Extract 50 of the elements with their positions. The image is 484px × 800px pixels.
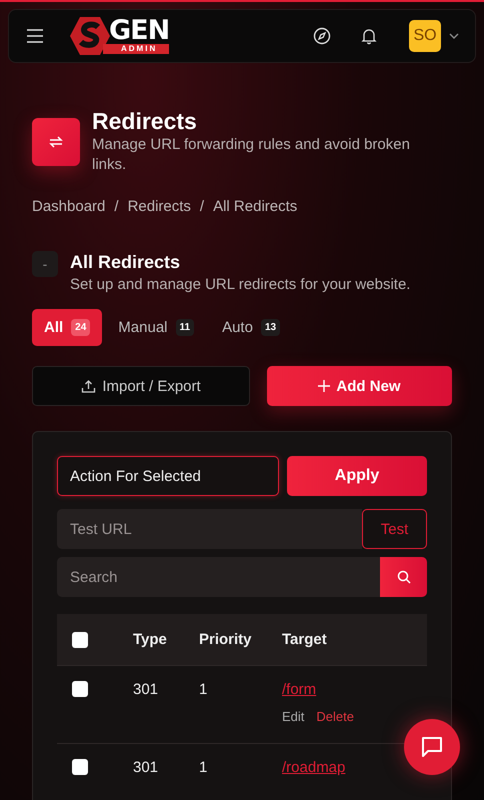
checkbox[interactable] (72, 759, 88, 775)
upload-icon (81, 378, 96, 394)
page-subtitle: Manage URL forwarding rules and avoid broken links. (92, 135, 411, 175)
bulk-action-select[interactable]: Action For Selected (57, 456, 279, 496)
table-cell-text: 1 (199, 759, 208, 778)
section-title: All Redirects (70, 251, 182, 274)
checkbox[interactable] (72, 681, 88, 697)
breadcrumb-item[interactable]: Redirects (128, 198, 191, 215)
apply-button[interactable]: Apply (287, 456, 427, 496)
breadcrumb-item: All Redirects (213, 198, 298, 215)
import-export-button[interactable]: Import / Export (32, 366, 250, 406)
breadcrumb-item[interactable]: Dashboard (32, 198, 106, 215)
logo-icon (69, 15, 111, 57)
user-avatar[interactable]: SO (409, 20, 441, 52)
column-header: Target (282, 631, 328, 648)
column-header: Priority (199, 631, 253, 648)
filter-tab[interactable]: Manual 11 (106, 309, 206, 346)
column-header: Type (133, 631, 168, 648)
bell-icon[interactable] (360, 27, 378, 45)
filter-tab[interactable]: All 24 (32, 309, 102, 346)
count-badge: 24 (71, 319, 90, 336)
search-icon (396, 570, 410, 584)
breadcrumb-separator: / (200, 198, 204, 215)
edit-link[interactable]: Edit (282, 709, 304, 724)
compass-icon[interactable] (313, 27, 331, 45)
add-new-button[interactable]: Add New (267, 366, 452, 406)
collapse-button[interactable]: - (32, 251, 58, 277)
search-field[interactable]: Search (57, 557, 380, 597)
plus-icon (318, 380, 330, 392)
target-link[interactable]: /form (282, 681, 316, 698)
filter-tab[interactable]: Auto 13 (210, 309, 292, 346)
swap-arrows-icon (48, 134, 64, 150)
delete-link[interactable]: Delete (316, 709, 354, 724)
breadcrumb-separator: / (114, 198, 119, 215)
logo-text: GEN (109, 18, 170, 44)
page-title: Redirects (92, 107, 198, 135)
chat-bubble-icon (420, 735, 444, 759)
menu-icon[interactable] (27, 29, 43, 43)
count-badge: 13 (260, 319, 280, 336)
section-description: Set up and manage URL redirects for your website. (70, 275, 410, 295)
test-url-field[interactable]: Test URL (57, 509, 362, 549)
search-button[interactable] (380, 557, 427, 597)
table-cell-text: 301 (133, 759, 160, 778)
table-cell-text: 1 (199, 681, 208, 700)
logo-subtitle: ADMIN (103, 44, 170, 54)
target-link[interactable]: /roadmap (282, 759, 346, 776)
count-badge: 11 (176, 319, 194, 336)
checkbox[interactable] (72, 632, 88, 648)
table-cell-text: 301 (133, 681, 160, 700)
test-button[interactable]: Test (362, 509, 427, 549)
